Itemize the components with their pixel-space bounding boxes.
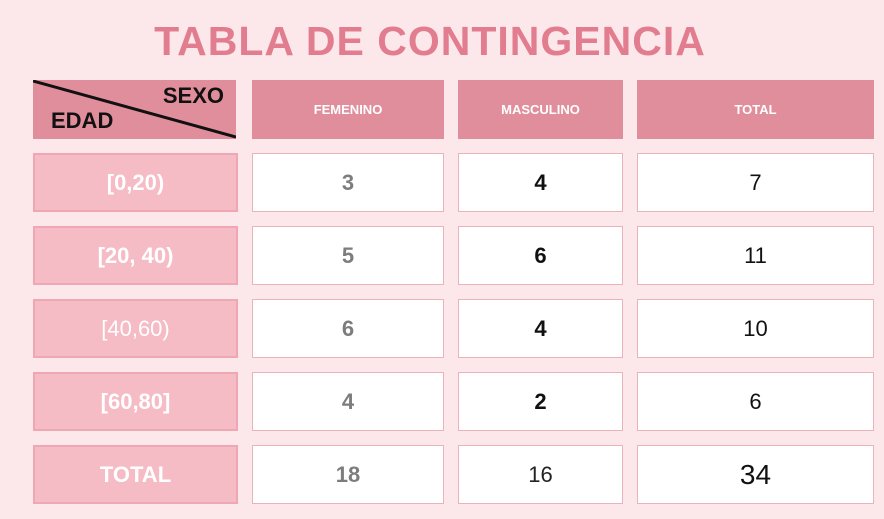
row-label-0-20: [0,20) xyxy=(33,153,238,212)
cell-femenino: 6 xyxy=(252,299,444,358)
row-label-60-80: [60,80] xyxy=(33,372,238,431)
cell-total: 6 xyxy=(637,372,874,431)
row-label-total: TOTAL xyxy=(33,445,238,504)
cell-masculino: 4 xyxy=(458,153,623,212)
cell-total: 7 xyxy=(637,153,874,212)
cell-femenino: 3 xyxy=(252,153,444,212)
row-label-40-60: [40,60) xyxy=(33,299,238,358)
cell-total: 11 xyxy=(637,226,874,285)
cell-masculino: 4 xyxy=(458,299,623,358)
column-header-masculino: MASCULINO xyxy=(458,80,623,139)
cell-femenino: 5 xyxy=(252,226,444,285)
cell-femenino: 4 xyxy=(252,372,444,431)
page-title: TABLA DE CONTINGENCIA xyxy=(154,18,706,64)
column-variable-label: SEXO xyxy=(162,83,224,108)
cell-femenino-total: 18 xyxy=(252,445,444,504)
corner-header: SEXO EDAD xyxy=(33,80,236,139)
row-label-20-40: [20, 40) xyxy=(33,226,238,285)
column-header-femenino: FEMENINO xyxy=(252,80,444,139)
row-variable-label: EDAD xyxy=(51,108,114,133)
cell-masculino: 6 xyxy=(458,226,623,285)
cell-masculino: 2 xyxy=(458,372,623,431)
column-header-total: TOTAL xyxy=(637,80,874,139)
cell-total: 10 xyxy=(637,299,874,358)
cell-grand-total: 34 xyxy=(637,445,874,504)
cell-masculino-total: 16 xyxy=(458,445,623,504)
